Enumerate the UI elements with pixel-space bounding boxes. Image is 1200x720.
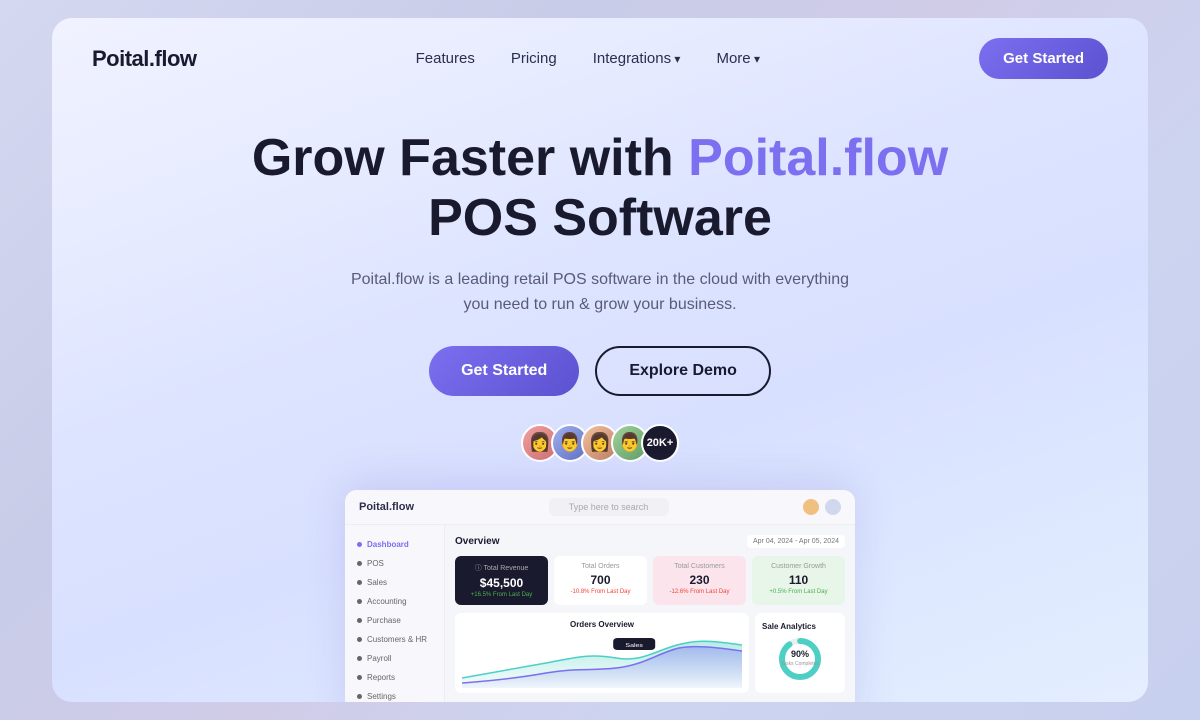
sidebar-item-settings[interactable]: Settings <box>345 687 444 702</box>
hero-title-part2: POS Software <box>428 189 772 247</box>
card-revenue-change: +16.5% From Last Day <box>462 592 541 598</box>
sale-analytics-chart: Sale Analytics 90% Tasks Completed <box>755 613 845 693</box>
sidebar-label-customers: Customers & HR <box>367 635 427 644</box>
nav-item-more[interactable]: More <box>716 50 760 68</box>
dash-main: Overview Apr 04, 2024 - Apr 05, 2024 ⓘ T… <box>445 525 855 702</box>
main-card: Poital.flow Features Pricing Integration… <box>52 18 1148 702</box>
sidebar-dot-sales <box>357 580 362 585</box>
card-orders-value: 700 <box>561 573 640 587</box>
sidebar-item-dashboard[interactable]: Dashboard <box>345 535 444 554</box>
dash-header-row: Overview Apr 04, 2024 - Apr 05, 2024 <box>455 535 845 548</box>
sidebar-dot-purchase <box>357 618 362 623</box>
dashboard-preview: Poital.flow Type here to search Dashboar… <box>345 490 855 702</box>
donut-svg: 90% Tasks Completed <box>776 635 824 683</box>
card-revenue-value: $45,500 <box>462 576 541 590</box>
nav-item-features[interactable]: Features <box>416 50 475 68</box>
card-total-orders: Total Orders 700 -10.8% From Last Day <box>554 556 647 605</box>
hero-title-brand: Poital.flow <box>688 129 948 187</box>
donut-progress-circle <box>782 641 818 677</box>
dash-sidebar: Dashboard POS Sales Accounting <box>345 525 445 702</box>
sidebar-label-dashboard: Dashboard <box>367 540 409 549</box>
sidebar-label-reports: Reports <box>367 673 395 682</box>
nav-item-integrations[interactable]: Integrations <box>593 50 681 68</box>
card-growth-change: +0.5% From Last Day <box>759 589 838 595</box>
card-orders-change: -10.8% From Last Day <box>561 589 640 595</box>
overview-title: Overview <box>455 536 499 547</box>
hero-get-started-button[interactable]: Get Started <box>429 346 579 396</box>
sidebar-item-pos[interactable]: POS <box>345 554 444 573</box>
card-total-customers: Total Customers 230 -12.6% From Last Day <box>653 556 746 605</box>
card-orders-label: Total Orders <box>561 563 640 570</box>
sale-analytics-title: Sale Analytics <box>762 622 816 631</box>
sidebar-item-purchase[interactable]: Purchase <box>345 611 444 630</box>
hero-buttons: Get Started Explore Demo <box>92 346 1108 396</box>
dash-icon-user <box>825 499 841 515</box>
sidebar-dot-settings <box>357 694 362 699</box>
orders-chart-svg: Sales <box>462 633 742 688</box>
sidebar-dot-pos <box>357 561 362 566</box>
sidebar-dot-accounting <box>357 599 362 604</box>
users-badge: 20K+ <box>641 424 679 462</box>
hero-explore-demo-button[interactable]: Explore Demo <box>595 346 771 396</box>
sidebar-item-payroll[interactable]: Payroll <box>345 649 444 668</box>
dash-cards-row: ⓘ Total Revenue $45,500 +16.5% From Last… <box>455 556 845 605</box>
card-customers-change: -12.6% From Last Day <box>660 589 739 595</box>
nav-link-features[interactable]: Features <box>416 50 475 67</box>
orders-chart-inner: Sales <box>462 633 742 688</box>
sidebar-item-accounting[interactable]: Accounting <box>345 592 444 611</box>
hero-title: Grow Faster with Poital.flow POS Softwar… <box>92 129 1108 249</box>
sidebar-label-purchase: Purchase <box>367 616 401 625</box>
nav-links: Features Pricing Integrations More <box>416 50 760 68</box>
chart-tooltip-text: Sales <box>625 643 643 649</box>
card-customers-value: 230 <box>660 573 739 587</box>
page-wrapper: Poital.flow Features Pricing Integration… <box>0 0 1200 720</box>
date-range-badge: Apr 04, 2024 - Apr 05, 2024 <box>747 535 845 548</box>
logo: Poital.flow <box>92 46 197 72</box>
hero-section: Grow Faster with Poital.flow POS Softwar… <box>52 99 1148 702</box>
card-growth-value: 110 <box>759 573 838 587</box>
dash-body: Dashboard POS Sales Accounting <box>345 525 855 702</box>
hero-title-part1: Grow Faster with <box>252 129 688 187</box>
sidebar-label-payroll: Payroll <box>367 654 391 663</box>
nav-link-integrations[interactable]: Integrations <box>593 50 681 67</box>
card-customer-growth: Customer Growth 110 +0.5% From Last Day <box>752 556 845 605</box>
nav-link-pricing[interactable]: Pricing <box>511 50 557 67</box>
sidebar-dot-reports <box>357 675 362 680</box>
sidebar-label-accounting: Accounting <box>367 597 407 606</box>
nav-item-pricing[interactable]: Pricing <box>511 50 557 68</box>
orders-chart: Orders Overview <box>455 613 749 693</box>
sidebar-item-sales[interactable]: Sales <box>345 573 444 592</box>
nav-cta-button[interactable]: Get Started <box>979 38 1108 79</box>
dash-icons <box>803 499 841 515</box>
nav-link-more[interactable]: More <box>716 50 760 67</box>
orders-chart-title: Orders Overview <box>462 620 742 629</box>
dash-logo: Poital.flow <box>359 501 414 513</box>
navbar: Poital.flow Features Pricing Integration… <box>52 18 1148 99</box>
dash-topbar: Poital.flow Type here to search <box>345 490 855 525</box>
sidebar-label-pos: POS <box>367 559 384 568</box>
card-customers-label: Total Customers <box>660 563 739 570</box>
sidebar-dot-customers <box>357 637 362 642</box>
card-revenue-label: ⓘ Total Revenue <box>462 563 541 573</box>
dash-icon-bell <box>803 499 819 515</box>
donut-label-text: Tasks Completed <box>781 661 820 667</box>
sidebar-label-sales: Sales <box>367 578 387 587</box>
dash-bottom-row: Orders Overview <box>455 613 845 693</box>
sidebar-dot-dashboard <box>357 542 362 547</box>
sidebar-item-reports[interactable]: Reports <box>345 668 444 687</box>
card-growth-label: Customer Growth <box>759 563 838 570</box>
sidebar-label-settings: Settings <box>367 692 396 701</box>
card-total-revenue: ⓘ Total Revenue $45,500 +16.5% From Last… <box>455 556 548 605</box>
dash-search[interactable]: Type here to search <box>549 498 669 516</box>
sidebar-item-customers[interactable]: Customers & HR <box>345 630 444 649</box>
donut-value-text: 90% <box>791 649 809 659</box>
avatars-row: 👩 👨 👩 👨 20K+ <box>92 424 1108 462</box>
hero-subtitle: Poital.flow is a leading retail POS soft… <box>340 267 860 318</box>
sidebar-dot-payroll <box>357 656 362 661</box>
